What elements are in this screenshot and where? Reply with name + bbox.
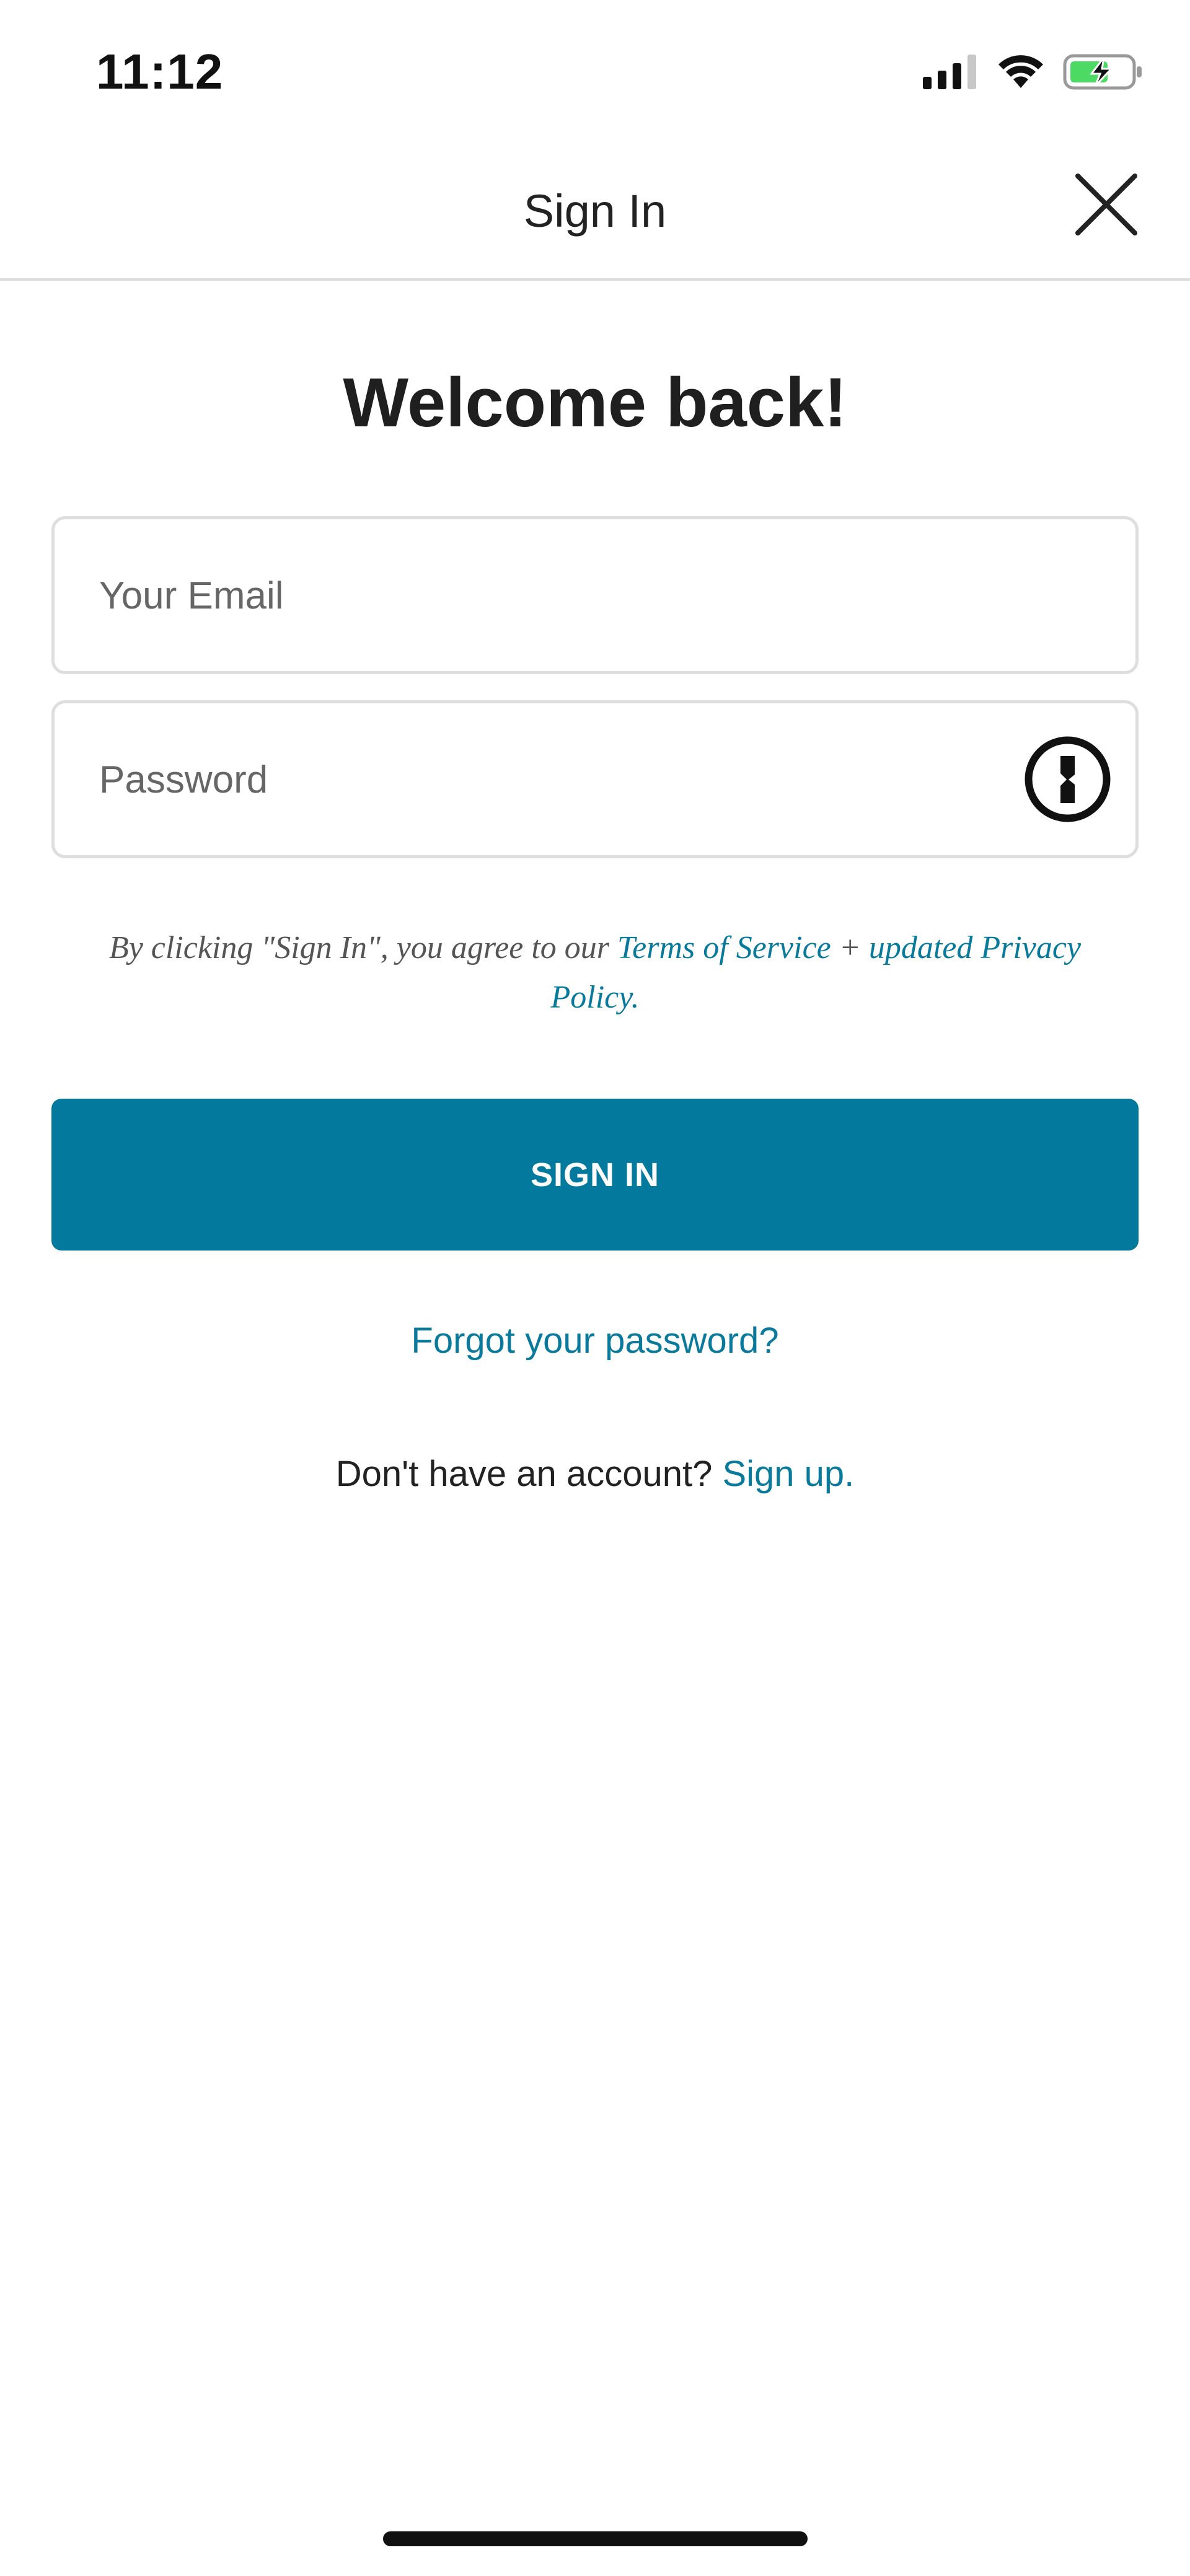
status-time: 11:12 — [96, 44, 224, 99]
page-title: Sign In — [523, 185, 667, 237]
password-manager-button[interactable] — [1023, 735, 1112, 824]
password-field-container — [51, 700, 1139, 858]
signup-prompt: Don't have an account? — [335, 1454, 723, 1494]
password-field[interactable] — [98, 703, 968, 856]
terms-prefix: By clicking "Sign In", you agree to our — [108, 930, 618, 965]
nav-bar: Sign In — [0, 143, 1190, 281]
terms-suffix: . — [631, 980, 640, 1015]
close-button[interactable] — [1069, 169, 1144, 243]
terms-joiner: + — [831, 930, 869, 965]
password-manager-icon — [1023, 736, 1112, 826]
terms-of-service-link[interactable]: Terms of Service — [617, 930, 831, 965]
close-icon — [1075, 173, 1137, 239]
home-indicator[interactable] — [383, 2531, 808, 2546]
welcome-heading: Welcome back! — [343, 364, 847, 441]
email-field[interactable] — [98, 519, 968, 672]
sign-in-button-label: SIGN IN — [530, 1156, 660, 1193]
sign-in-button[interactable]: SIGN IN — [51, 1099, 1139, 1251]
signup-row: Don't have an account? Sign up. — [0, 1453, 1190, 1495]
signal-icon — [923, 53, 979, 94]
battery-charging-icon — [1063, 53, 1144, 94]
forgot-password-row: Forgot your password? — [0, 1320, 1190, 1361]
status-icons — [923, 53, 1144, 94]
sign-up-link[interactable]: Sign up. — [722, 1454, 854, 1494]
wifi-icon — [996, 53, 1046, 94]
email-field-container — [51, 516, 1139, 674]
forgot-password-link[interactable]: Forgot your password? — [411, 1321, 778, 1361]
terms-notice: By clicking "Sign In", you agree to our … — [81, 923, 1109, 1022]
status-bar: 11:12 — [0, 0, 1190, 143]
